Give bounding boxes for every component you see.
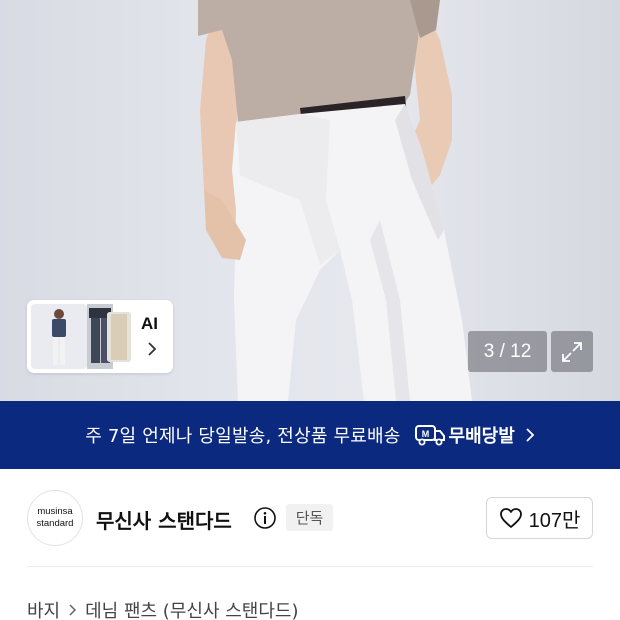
brand-name[interactable]: 무신사 스탠다드 [96, 505, 232, 534]
delivery-truck-icon: M [414, 425, 445, 446]
brand-logo-line1: musinsa [37, 506, 73, 517]
brand-logo[interactable]: musinsa standard [27, 490, 83, 546]
divider [27, 566, 593, 567]
info-icon[interactable] [253, 506, 277, 530]
breadcrumb-item-category[interactable]: 바지 [27, 597, 60, 620]
ai-thumbnail-1 [31, 304, 87, 369]
delivery-banner-text: 주 7일 언제나 당일발송, 전상품 무료배송 [85, 426, 401, 447]
heart-icon [499, 508, 522, 528]
image-counter: 3 / 12 [468, 331, 547, 372]
ai-label: AI [141, 314, 158, 333]
brand-logo-line2: standard [36, 518, 74, 529]
chevron-right-icon [148, 342, 157, 356]
like-button[interactable]: 107만 [486, 497, 593, 539]
chevron-right-icon [526, 428, 535, 442]
product-image-carousel[interactable]: AI 3 / 12 [0, 0, 620, 401]
chevron-right-icon [69, 604, 77, 616]
delivery-banner[interactable]: 주 7일 언제나 당일발송, 전상품 무료배송 M 무배당발 [0, 401, 620, 469]
expand-button[interactable] [551, 331, 593, 372]
free-delivery-badge: M 무배당발 [414, 422, 515, 448]
svg-text:M: M [421, 429, 429, 439]
free-delivery-label: 무배당발 [448, 426, 515, 447]
expand-icon [562, 341, 582, 362]
ai-recommend-card[interactable]: AI [27, 300, 173, 373]
ai-thumbnail-3 [107, 312, 131, 362]
exclusive-badge: 단독 [286, 504, 333, 531]
breadcrumb-item-subcategory[interactable]: 데님 팬츠 (무신사 스탠다드) [85, 597, 298, 620]
breadcrumb: 바지 데님 팬츠 (무신사 스탠다드) [27, 597, 299, 620]
like-count: 107만 [528, 509, 581, 532]
